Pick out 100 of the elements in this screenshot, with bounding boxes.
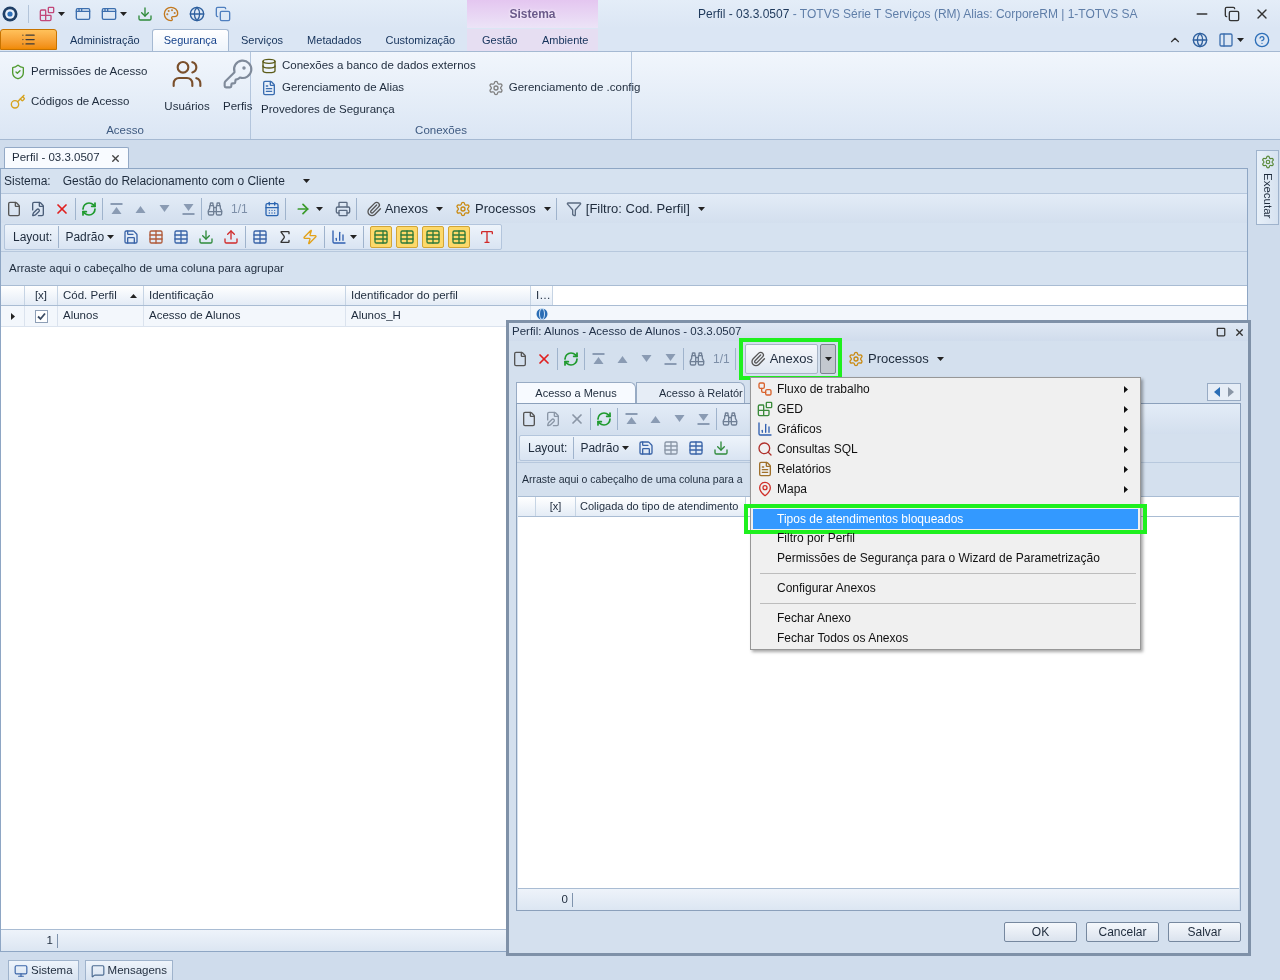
layout-preset-dropdown[interactable]: Padrão [65, 228, 115, 246]
arrow-down-icon[interactable] [639, 353, 653, 365]
filter-button[interactable]: [Filtro: Cod. Perfil] [565, 198, 690, 219]
save-icon[interactable] [123, 229, 140, 245]
ribbon-button[interactable]: Códigos de Acesso [9, 91, 149, 113]
help-icon[interactable] [1254, 31, 1270, 48]
caret-down-icon[interactable] [936, 357, 944, 361]
dialog-button[interactable]: OK [1004, 922, 1077, 942]
table-icon[interactable] [252, 229, 269, 245]
ribbon-button[interactable]: Gerenciamento de Alias [260, 77, 477, 99]
printer-icon[interactable] [334, 200, 351, 217]
new-document-icon[interactable] [6, 200, 22, 217]
ribbon-tab[interactable]: Segurança [151, 29, 229, 51]
maximize-icon[interactable] [1216, 327, 1226, 337]
menu-item[interactable]: Fechar Anexo [753, 608, 1138, 628]
menu-item[interactable]: Configurar Anexos [753, 578, 1138, 598]
arrow-to-bottom-icon[interactable] [696, 413, 710, 425]
processes-button[interactable]: Processos [848, 349, 929, 369]
binoculars-icon[interactable] [689, 351, 705, 367]
download-icon[interactable] [713, 440, 730, 456]
processes-button[interactable]: Processos [455, 198, 536, 219]
dialog-tab[interactable]: Acesso à Relatór [636, 382, 745, 403]
upload-icon[interactable] [223, 229, 240, 245]
download-icon[interactable] [198, 229, 215, 245]
menu-item[interactable]: Gráficos [753, 419, 1138, 439]
ribbon-tab[interactable]: Metadados [295, 29, 374, 51]
arrow-up-icon[interactable] [648, 413, 662, 425]
caret-down-icon[interactable] [350, 235, 358, 239]
restore-icon[interactable] [1224, 6, 1240, 22]
arrow-to-top-icon[interactable] [109, 202, 123, 215]
table-icon[interactable] [173, 229, 190, 245]
view-toggle-button[interactable] [396, 226, 419, 248]
globe-icon[interactable] [1192, 31, 1208, 48]
menu-item[interactable]: Filtro por Perfil [753, 528, 1138, 548]
arrow-to-bottom-icon[interactable] [181, 202, 195, 215]
menu-item[interactable]: Relatórios [753, 459, 1138, 479]
menu-item[interactable]: GED [753, 399, 1138, 419]
document-tab[interactable]: Perfil - 03.3.0507 [4, 147, 129, 168]
download-icon[interactable] [137, 6, 153, 22]
save-icon[interactable] [638, 440, 655, 456]
column-header[interactable]: [x] [536, 497, 576, 516]
caret-down-icon[interactable] [315, 206, 323, 211]
arrow-down-icon[interactable] [157, 202, 171, 215]
attachments-button[interactable]: Anexos [744, 344, 819, 374]
app-orb-icon[interactable] [2, 6, 18, 22]
menu-item[interactable]: Consultas SQL [753, 439, 1138, 459]
dialog-button[interactable]: Salvar [1168, 922, 1241, 942]
ribbon-tab[interactable]: Customização [373, 29, 468, 51]
new-document-icon[interactable] [512, 351, 528, 367]
globe-icon[interactable] [189, 6, 205, 22]
ribbon-tab[interactable]: Administração [58, 29, 152, 51]
triangle-right-icon[interactable] [1228, 387, 1234, 397]
refresh-icon[interactable] [81, 200, 97, 217]
arrow-to-bottom-icon[interactable] [663, 353, 677, 365]
ribbon-large-button[interactable]: Usuários [161, 54, 213, 116]
ribbon-large-button[interactable]: Perfis [218, 54, 257, 116]
app-window-icon[interactable] [101, 6, 117, 22]
refresh-icon[interactable] [563, 351, 579, 367]
arrow-to-top-icon[interactable] [591, 353, 605, 365]
dialog-tab[interactable]: Acesso a Menus [516, 382, 636, 403]
ribbon-button[interactable]: Gerenciamento de .config [486, 77, 642, 99]
caret-down-icon[interactable] [120, 12, 127, 16]
menu-item[interactable]: Fechar Todos os Anexos [753, 628, 1138, 648]
delete-icon[interactable] [536, 351, 552, 367]
new-document-icon[interactable] [521, 411, 537, 427]
menu-item[interactable]: Permissões de Segurança para o Wizard de Parametrização [753, 548, 1138, 568]
column-header[interactable]: Coligada do tipo de atendimento [576, 497, 746, 516]
system-dropdown[interactable]: Gestão do Relacionamento com o Cliente [62, 172, 310, 190]
ribbon-tab[interactable]: Ambiente [532, 29, 598, 51]
binoculars-icon[interactable] [207, 200, 223, 217]
table-icon[interactable] [148, 229, 165, 245]
refresh-icon[interactable] [596, 411, 612, 427]
view-toggle-button[interactable] [422, 226, 445, 248]
triangle-left-icon[interactable] [1214, 387, 1220, 397]
edit-document-icon[interactable] [545, 411, 561, 427]
side-panel-tab[interactable]: Executar [1256, 150, 1279, 225]
ribbon-button[interactable]: Permissões de Acesso [9, 61, 149, 83]
blocks-icon[interactable] [39, 6, 55, 22]
bottom-tab[interactable]: Mensagens [84, 960, 173, 980]
arrow-up-icon[interactable] [615, 353, 629, 365]
column-header[interactable]: Identificação [144, 286, 346, 305]
caret-down-icon[interactable] [697, 206, 705, 211]
ribbon-button[interactable]: Provedores de Segurança [260, 99, 477, 121]
attachments-dropdown-button[interactable] [820, 344, 837, 374]
ribbon-button[interactable]: Conexões a banco de dados externos [260, 55, 477, 77]
arrow-down-icon[interactable] [672, 413, 686, 425]
layout-preset-dropdown[interactable]: Padrão [580, 439, 630, 457]
edit-document-icon[interactable] [30, 200, 46, 217]
panel-icon[interactable] [1218, 31, 1234, 48]
delete-icon[interactable] [569, 411, 585, 427]
table-icon[interactable] [663, 440, 680, 456]
close-icon[interactable] [109, 152, 121, 164]
bar-chart-icon[interactable] [331, 229, 348, 245]
caret-down-icon[interactable] [543, 206, 551, 211]
caret-down-icon[interactable] [436, 206, 444, 211]
copy-icon[interactable] [215, 6, 231, 22]
checkbox[interactable] [34, 309, 48, 323]
ribbon-tab[interactable]: Serviços [228, 29, 296, 51]
ribbon-tab[interactable]: Gestão [467, 29, 533, 51]
column-header[interactable]: Cód. Perfil [58, 286, 144, 305]
